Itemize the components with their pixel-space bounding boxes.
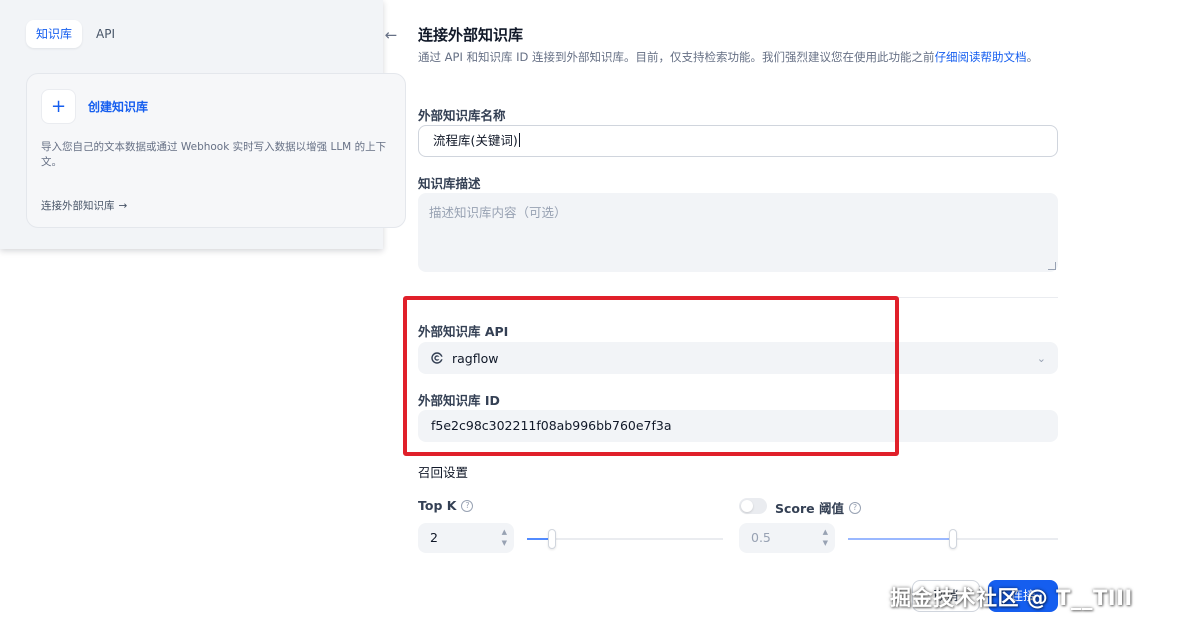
top-k-label: Top K ? <box>418 498 474 513</box>
resize-handle-icon[interactable] <box>1048 262 1056 270</box>
arrow-right-icon: → <box>118 199 128 212</box>
stepper-arrows-icon[interactable]: ▲ ▼ <box>823 527 828 549</box>
top-k-stepper[interactable]: 2 ▲ ▼ <box>418 523 514 553</box>
watermark-text: 掘金技术社区 @ T__TIII <box>890 586 1133 610</box>
help-icon[interactable]: ? <box>849 501 861 514</box>
top-k-value: 2 <box>430 530 438 545</box>
knowledge-tabs: 知识库 API <box>26 20 125 48</box>
create-knowledge-card[interactable]: + 创建知识库 导入您自己的文本数据或通过 Webhook 实时写入数据以增强 … <box>26 73 406 228</box>
chevron-down-icon: ⌄ <box>1036 351 1046 365</box>
page-title: 连接外部知识库 <box>418 26 524 44</box>
top-k-label-text: Top K <box>418 498 457 513</box>
plus-icon: + <box>41 89 76 124</box>
create-knowledge-description: 导入您自己的文本数据或通过 Webhook 实时写入数据以增强 LLM 的上下文… <box>41 141 387 168</box>
connect-external-link[interactable]: 连接外部知识库 → <box>41 198 127 213</box>
description-field-label: 知识库描述 <box>418 176 481 191</box>
score-stepper[interactable]: 0.5 ▲ ▼ <box>739 523 835 553</box>
name-input[interactable]: 流程库(关键词) <box>418 125 1058 157</box>
stepper-arrows-icon[interactable]: ▲ ▼ <box>502 527 507 549</box>
score-slider-thumb[interactable] <box>949 529 957 549</box>
knowledge-panel: 知识库 API + 创建知识库 导入您自己的文本数据或通过 Webhook 实时… <box>0 0 406 249</box>
help-icon[interactable]: ? <box>461 499 474 512</box>
text-caret <box>518 133 520 147</box>
create-knowledge-row[interactable]: + 创建知识库 <box>41 89 148 124</box>
page-description: 通过 API 和知识库 ID 连接到外部知识库。目前，仅支持检索功能。我们强烈建… <box>418 49 1068 65</box>
score-label-text: Score 阈值 <box>775 501 844 516</box>
name-field-label: 外部知识库名称 <box>418 108 506 123</box>
score-slider[interactable] <box>848 529 1058 549</box>
tab-api[interactable]: API <box>86 20 125 48</box>
score-label: Score 阈值 ? <box>775 498 861 517</box>
back-arrow-icon[interactable]: ← <box>380 24 402 46</box>
tab-knowledge[interactable]: 知识库 <box>26 20 83 48</box>
score-value: 0.5 <box>751 530 771 545</box>
create-knowledge-label: 创建知识库 <box>88 100 149 114</box>
help-doc-link[interactable]: 仔细阅读帮助文档 <box>935 50 1027 64</box>
top-k-slider-thumb[interactable] <box>548 529 557 549</box>
connect-external-label: 连接外部知识库 <box>41 200 115 212</box>
name-input-value: 流程库(关键词) <box>433 133 518 148</box>
description-text: 通过 API 和知识库 ID 连接到外部知识库。目前，仅支持检索功能。我们强烈建… <box>418 50 935 64</box>
retrieval-settings-label: 召回设置 <box>418 465 469 480</box>
top-k-slider[interactable] <box>527 529 723 549</box>
description-suffix: 。 <box>1026 50 1039 64</box>
annotation-highlight <box>403 296 899 456</box>
description-placeholder: 描述知识库内容（可选） <box>429 205 567 220</box>
description-textarea[interactable]: 描述知识库内容（可选） <box>418 193 1058 272</box>
score-toggle[interactable] <box>739 498 767 514</box>
score-slider-fill <box>848 538 953 540</box>
